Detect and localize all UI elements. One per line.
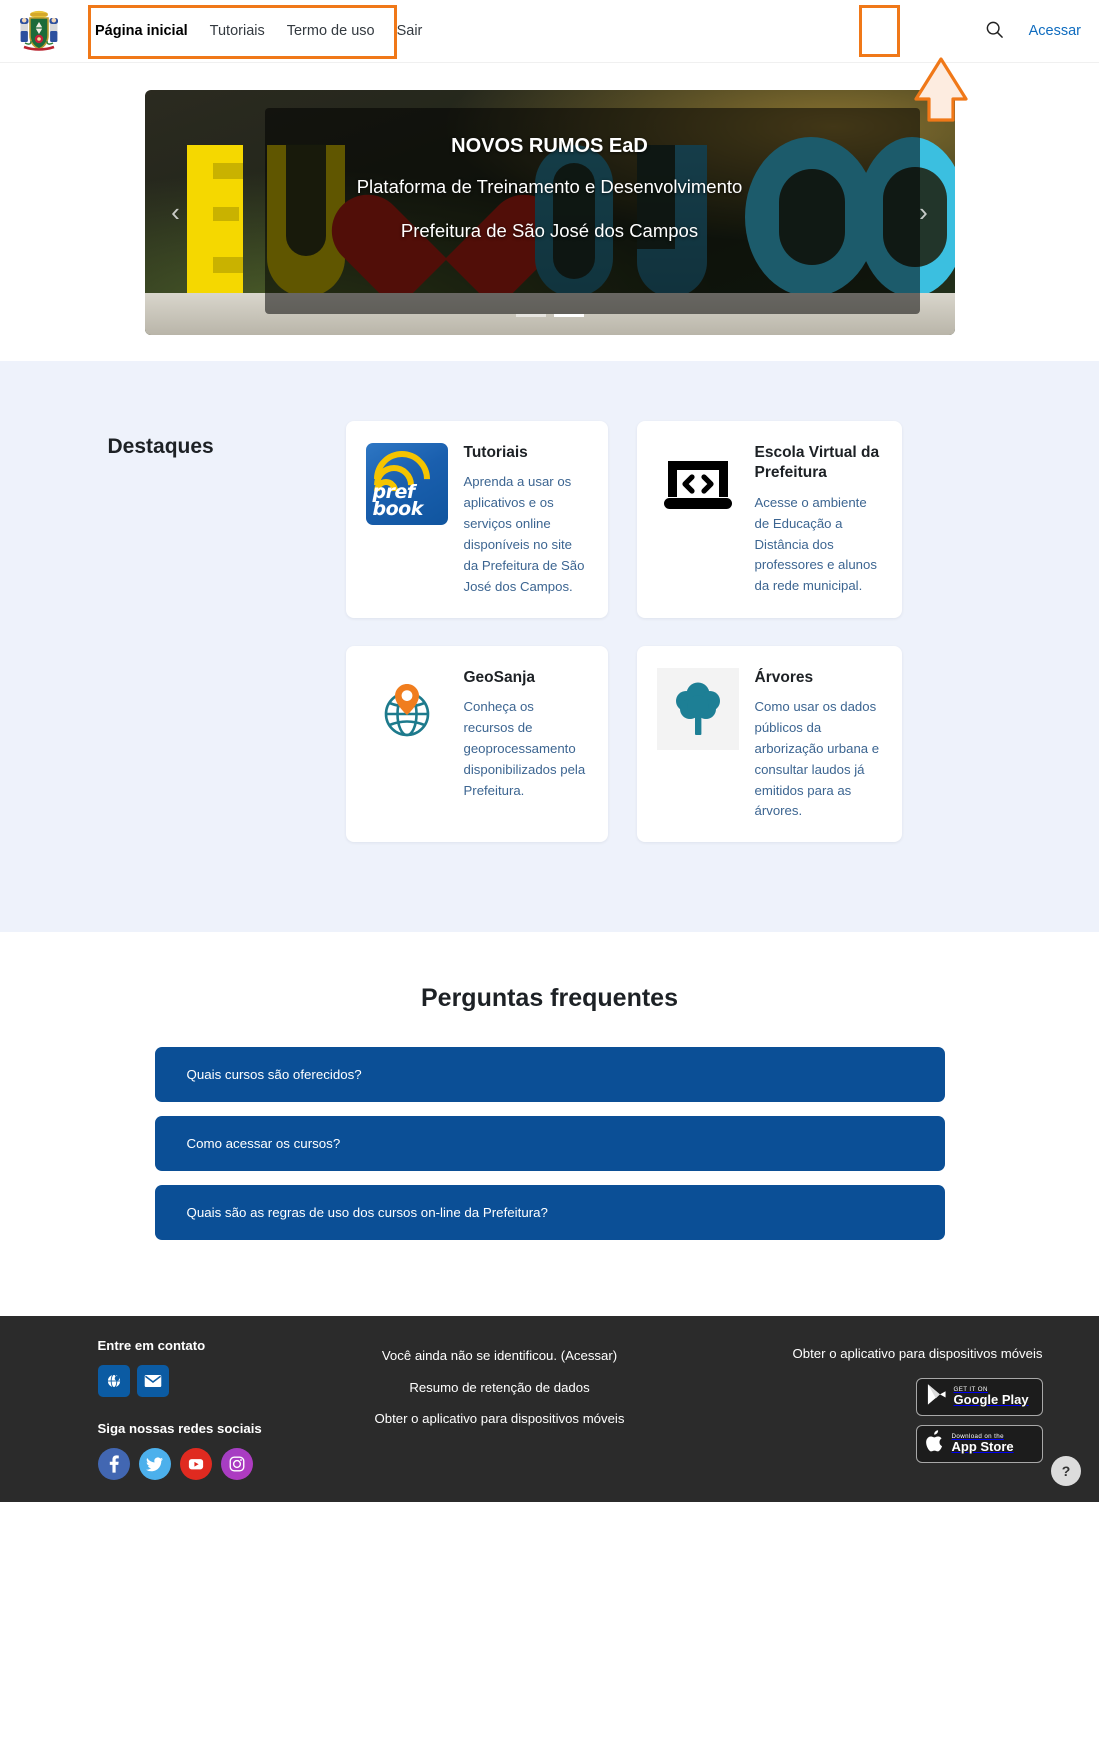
search-button[interactable] (975, 11, 1015, 51)
primary-navigation: Página inicial Tutoriais Termo de uso Sa… (76, 0, 440, 63)
footer-links-column: Você ainda não se identificou. (Acessar)… (335, 1338, 665, 1440)
footer-link-retencao-dados[interactable]: Resumo de retenção de dados (335, 1378, 665, 1398)
site-footer: Entre em contato Siga nossas redes socia… (0, 1316, 1099, 1503)
footer-link-obter-aplicativo[interactable]: Obter o aplicativo para dispositivos móv… (335, 1409, 665, 1429)
banner-subtitle-1: Plataforma de Treinamento e Desenvolvime… (356, 176, 743, 197)
chevron-left-icon: ‹ (171, 197, 180, 227)
twitter-icon[interactable] (138, 1448, 171, 1481)
nav-item-sair[interactable]: Sair (397, 24, 423, 39)
help-button[interactable]: ? (1051, 1456, 1081, 1487)
card-title: GeoSanja (463, 668, 536, 686)
footer-app-column: Obter o aplicativo para dispositivos móv… (665, 1338, 1065, 1464)
faq-heading: Perguntas frequentes (420, 984, 678, 1013)
card-icon-wrapper (657, 443, 739, 598)
faq-accordion: Quais cursos são oferecidos? Como acessa… (154, 1047, 945, 1241)
faq-item-3[interactable]: Quais são as regras de uso dos cursos on… (154, 1185, 945, 1241)
card-arvores[interactable]: Árvores Como usar os dados públicos da a… (636, 645, 902, 843)
card-tutoriais[interactable]: pref book Tutoriais Aprenda a usar os ap… (345, 421, 608, 618)
youtube-icon[interactable] (179, 1448, 212, 1481)
banner-title: NOVOS RUMOS EaD (451, 135, 648, 157)
instagram-icon[interactable] (220, 1448, 253, 1481)
card-description: Aprenda a usar os aplicativos e os servi… (463, 474, 585, 594)
apple-icon (925, 1430, 945, 1458)
google-play-badge[interactable]: GET IT ON Google Play (915, 1378, 1043, 1417)
card-icon-wrapper (366, 668, 448, 823)
annotation-box-search (859, 5, 900, 57)
card-icon-wrapper (656, 667, 739, 823)
facebook-icon[interactable] (97, 1448, 130, 1481)
card-description: Como usar os dados públicos da arborizaç… (754, 699, 880, 819)
faq-item-label: Como acessar os cursos? (186, 1136, 341, 1152)
card-escola-virtual[interactable]: Escola Virtual da Prefeitura Acesse o am… (636, 421, 902, 618)
card-icon-wrapper: pref book (365, 443, 448, 598)
hero-carousel[interactable]: NOVOS RUMOS EaD Plataforma de Treinament… (144, 90, 955, 335)
chevron-right-icon: › (919, 197, 928, 227)
search-icon (985, 20, 1004, 42)
faq-item-label: Quais são as regras de uso dos cursos on… (186, 1205, 548, 1221)
app-store-badge[interactable]: Download on the App Store (915, 1425, 1043, 1464)
acessar-link[interactable]: Acessar (1029, 23, 1081, 39)
carousel-indicator-1[interactable] (515, 314, 546, 317)
footer-app-heading: Obter o aplicativo para dispositivos móv… (792, 1346, 1043, 1362)
prefeitura-crest-logo[interactable] (16, 8, 62, 54)
card-title: Escola Virtual da Prefeitura (754, 444, 880, 482)
google-play-badge-big: Google Play (953, 1392, 1029, 1408)
footer-social-heading: Siga nossas redes sociais (97, 1421, 262, 1437)
faq-item-2[interactable]: Como acessar os cursos? (154, 1116, 945, 1172)
footer-contact-column: Entre em contato Siga nossas redes socia… (35, 1338, 335, 1481)
header-actions: Acessar (975, 11, 1099, 51)
nav-item-pagina-inicial[interactable]: Página inicial (95, 24, 188, 39)
faq-section: Perguntas frequentes Quais cursos são of… (0, 932, 1099, 1317)
carousel-indicators (145, 314, 955, 317)
globe-pin-icon (366, 668, 448, 750)
carousel-indicator-2[interactable] (553, 314, 584, 317)
tree-icon (656, 667, 739, 750)
hero-banner-section: NOVOS RUMOS EaD Plataforma de Treinament… (0, 63, 1099, 361)
card-description: Acesse o ambiente de Educação a Distânci… (754, 494, 877, 594)
destaques-heading: Destaques (107, 435, 214, 458)
destaques-cards-grid: pref book Tutoriais Aprenda a usar os ap… (345, 421, 1054, 843)
store-badges: GET IT ON Google Play Download on the Ap… (665, 1378, 1043, 1464)
card-title: Árvores (754, 668, 814, 686)
footer-link-identificacao[interactable]: Você ainda não se identificou. (Acessar) (335, 1346, 665, 1366)
nav-item-termo-de-uso[interactable]: Termo de uso (287, 24, 375, 39)
footer-contact-heading: Entre em contato (97, 1338, 206, 1354)
nav-item-tutoriais[interactable]: Tutoriais (210, 24, 265, 39)
faq-item-label: Quais cursos são oferecidos? (186, 1067, 362, 1083)
destaques-section: Destaques pref book Tutoriais Aprenda a … (0, 361, 1099, 933)
carousel-next-button[interactable]: › (893, 90, 955, 335)
footer-social-icons (97, 1448, 335, 1481)
app-store-badge-big: App Store (951, 1439, 1014, 1455)
footer-contact-icons (97, 1365, 335, 1398)
envelope-icon[interactable] (136, 1365, 169, 1398)
faq-item-1[interactable]: Quais cursos são oferecidos? (154, 1047, 945, 1103)
globe-icon[interactable] (97, 1365, 130, 1398)
card-title: Tutoriais (463, 444, 528, 461)
prefbook-icon: pref book (365, 443, 448, 525)
carousel-caption: NOVOS RUMOS EaD Plataforma de Treinament… (145, 135, 955, 242)
banner-subtitle-2: Prefeitura de São José dos Campos (400, 220, 699, 241)
card-geosanja[interactable]: GeoSanja Conheça os recursos de geoproce… (345, 645, 608, 843)
question-mark-icon: ? (1061, 1463, 1071, 1480)
google-play-icon (926, 1383, 947, 1411)
carousel-prev-button[interactable]: ‹ (145, 90, 207, 335)
card-description: Conheça os recursos de geoprocessamento … (463, 699, 586, 798)
laptop-code-icon (657, 443, 739, 525)
prefbook-icon-text-line2: book (372, 498, 424, 521)
site-header: Página inicial Tutoriais Termo de uso Sa… (0, 0, 1099, 122)
